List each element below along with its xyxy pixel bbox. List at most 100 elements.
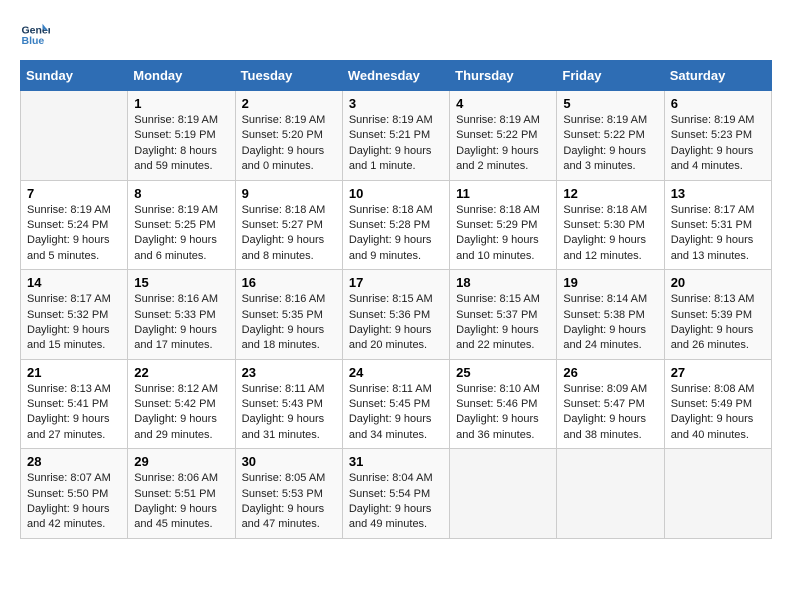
calendar-cell: 19 Sunrise: 8:14 AM Sunset: 5:38 PM Dayli… [557,270,664,360]
calendar-cell: 13 Sunrise: 8:17 AM Sunset: 5:31 PM Dayli… [664,180,771,270]
calendar-cell: 31 Sunrise: 8:04 AM Sunset: 5:54 PM Dayli… [342,449,449,539]
calendar-cell: 23 Sunrise: 8:11 AM Sunset: 5:43 PM Dayli… [235,359,342,449]
day-info: Sunrise: 8:19 AM Sunset: 5:22 PM Dayligh… [563,113,657,175]
weekday-header: Tuesday [235,61,342,91]
day-number: 20 [671,275,765,290]
day-number: 15 [134,275,228,290]
calendar-cell: 8 Sunrise: 8:19 AM Sunset: 5:25 PM Daylig… [128,180,235,270]
calendar-header-row: SundayMondayTuesdayWednesdayThursdayFrid… [21,61,772,91]
calendar-cell: 10 Sunrise: 8:18 AM Sunset: 5:28 PM Dayli… [342,180,449,270]
day-number: 9 [242,186,336,201]
day-number: 16 [242,275,336,290]
day-info: Sunrise: 8:11 AM Sunset: 5:45 PM Dayligh… [349,382,443,444]
day-number: 3 [349,96,443,111]
day-info: Sunrise: 8:14 AM Sunset: 5:38 PM Dayligh… [563,292,657,354]
calendar-cell: 7Sunrise: 8:19 AM Sunset: 5:24 PM Daylig… [21,180,128,270]
day-info: Sunrise: 8:19 AM Sunset: 5:24 PM Dayligh… [27,203,121,265]
day-info: Sunrise: 8:05 AM Sunset: 5:53 PM Dayligh… [242,471,336,533]
day-number: 10 [349,186,443,201]
calendar-cell [450,449,557,539]
day-info: Sunrise: 8:19 AM Sunset: 5:25 PM Dayligh… [134,203,228,265]
day-number: 23 [242,365,336,380]
calendar-cell: 22 Sunrise: 8:12 AM Sunset: 5:42 PM Dayli… [128,359,235,449]
calendar-cell: 27Sunrise: 8:08 AM Sunset: 5:49 PM Dayli… [664,359,771,449]
day-info: Sunrise: 8:04 AM Sunset: 5:54 PM Dayligh… [349,471,443,533]
calendar-cell: 28 Sunrise: 8:07 AM Sunset: 5:50 PM Dayli… [21,449,128,539]
calendar-cell: 30 Sunrise: 8:05 AM Sunset: 5:53 PM Dayli… [235,449,342,539]
logo-icon: General Blue [20,20,50,50]
calendar-cell: 14 Sunrise: 8:17 AM Sunset: 5:32 PM Dayli… [21,270,128,360]
calendar-cell: 29 Sunrise: 8:06 AM Sunset: 5:51 PM Dayli… [128,449,235,539]
day-number: 14 [27,275,121,290]
weekday-header: Friday [557,61,664,91]
weekday-header: Wednesday [342,61,449,91]
day-info: Sunrise: 8:19 AM Sunset: 5:23 PM Dayligh… [671,113,765,175]
day-info: Sunrise: 8:17 AM Sunset: 5:32 PM Dayligh… [27,292,121,354]
calendar-week-row: 7Sunrise: 8:19 AM Sunset: 5:24 PM Daylig… [21,180,772,270]
calendar-cell: 9 Sunrise: 8:18 AM Sunset: 5:27 PM Daylig… [235,180,342,270]
weekday-header: Sunday [21,61,128,91]
calendar-cell: 15 Sunrise: 8:16 AM Sunset: 5:33 PM Dayli… [128,270,235,360]
day-info: Sunrise: 8:09 AM Sunset: 5:47 PM Dayligh… [563,382,657,444]
day-number: 19 [563,275,657,290]
weekday-header: Monday [128,61,235,91]
day-info: Sunrise: 8:19 AM Sunset: 5:20 PM Dayligh… [242,113,336,175]
day-number: 17 [349,275,443,290]
day-number: 13 [671,186,765,201]
day-info: Sunrise: 8:18 AM Sunset: 5:30 PM Dayligh… [563,203,657,265]
day-info: Sunrise: 8:13 AM Sunset: 5:39 PM Dayligh… [671,292,765,354]
weekday-header: Saturday [664,61,771,91]
calendar-cell: 6Sunrise: 8:19 AM Sunset: 5:23 PM Daylig… [664,91,771,181]
day-number: 4 [456,96,550,111]
calendar-week-row: 28 Sunrise: 8:07 AM Sunset: 5:50 PM Dayli… [21,449,772,539]
day-info: Sunrise: 8:11 AM Sunset: 5:43 PM Dayligh… [242,382,336,444]
calendar-cell: 3 Sunrise: 8:19 AM Sunset: 5:21 PM Daylig… [342,91,449,181]
calendar-week-row: 14 Sunrise: 8:17 AM Sunset: 5:32 PM Dayli… [21,270,772,360]
day-number: 18 [456,275,550,290]
calendar-cell [557,449,664,539]
day-number: 27 [671,365,765,380]
svg-text:Blue: Blue [22,35,45,47]
calendar-cell: 21 Sunrise: 8:13 AM Sunset: 5:41 PM Dayli… [21,359,128,449]
day-number: 28 [27,454,121,469]
day-info: Sunrise: 8:16 AM Sunset: 5:33 PM Dayligh… [134,292,228,354]
calendar-cell: 17 Sunrise: 8:15 AM Sunset: 5:36 PM Dayli… [342,270,449,360]
day-info: Sunrise: 8:15 AM Sunset: 5:37 PM Dayligh… [456,292,550,354]
day-info: Sunrise: 8:10 AM Sunset: 5:46 PM Dayligh… [456,382,550,444]
day-info: Sunrise: 8:17 AM Sunset: 5:31 PM Dayligh… [671,203,765,265]
day-number: 29 [134,454,228,469]
day-info: Sunrise: 8:16 AM Sunset: 5:35 PM Dayligh… [242,292,336,354]
calendar-cell: 16 Sunrise: 8:16 AM Sunset: 5:35 PM Dayli… [235,270,342,360]
day-info: Sunrise: 8:06 AM Sunset: 5:51 PM Dayligh… [134,471,228,533]
calendar-cell: 11Sunrise: 8:18 AM Sunset: 5:29 PM Dayli… [450,180,557,270]
calendar-cell: 20 Sunrise: 8:13 AM Sunset: 5:39 PM Dayli… [664,270,771,360]
day-number: 1 [134,96,228,111]
day-info: Sunrise: 8:12 AM Sunset: 5:42 PM Dayligh… [134,382,228,444]
day-number: 24 [349,365,443,380]
calendar-cell: 24 Sunrise: 8:11 AM Sunset: 5:45 PM Dayli… [342,359,449,449]
calendar-cell: 5 Sunrise: 8:19 AM Sunset: 5:22 PM Daylig… [557,91,664,181]
calendar-body: 1Sunrise: 8:19 AM Sunset: 5:19 PM Daylig… [21,91,772,539]
day-number: 8 [134,186,228,201]
calendar-cell: 25Sunrise: 8:10 AM Sunset: 5:46 PM Dayli… [450,359,557,449]
calendar-cell: 4Sunrise: 8:19 AM Sunset: 5:22 PM Daylig… [450,91,557,181]
day-number: 5 [563,96,657,111]
day-number: 2 [242,96,336,111]
day-info: Sunrise: 8:19 AM Sunset: 5:21 PM Dayligh… [349,113,443,175]
day-info: Sunrise: 8:18 AM Sunset: 5:29 PM Dayligh… [456,203,550,265]
day-info: Sunrise: 8:07 AM Sunset: 5:50 PM Dayligh… [27,471,121,533]
logo: General Blue [20,20,50,50]
weekday-header: Thursday [450,61,557,91]
day-info: Sunrise: 8:15 AM Sunset: 5:36 PM Dayligh… [349,292,443,354]
calendar-cell: 1Sunrise: 8:19 AM Sunset: 5:19 PM Daylig… [128,91,235,181]
calendar-cell: 26Sunrise: 8:09 AM Sunset: 5:47 PM Dayli… [557,359,664,449]
calendar-cell: 2 Sunrise: 8:19 AM Sunset: 5:20 PM Daylig… [235,91,342,181]
day-info: Sunrise: 8:13 AM Sunset: 5:41 PM Dayligh… [27,382,121,444]
day-number: 30 [242,454,336,469]
calendar-cell [664,449,771,539]
day-number: 31 [349,454,443,469]
day-info: Sunrise: 8:18 AM Sunset: 5:28 PM Dayligh… [349,203,443,265]
day-info: Sunrise: 8:18 AM Sunset: 5:27 PM Dayligh… [242,203,336,265]
day-number: 22 [134,365,228,380]
day-number: 21 [27,365,121,380]
